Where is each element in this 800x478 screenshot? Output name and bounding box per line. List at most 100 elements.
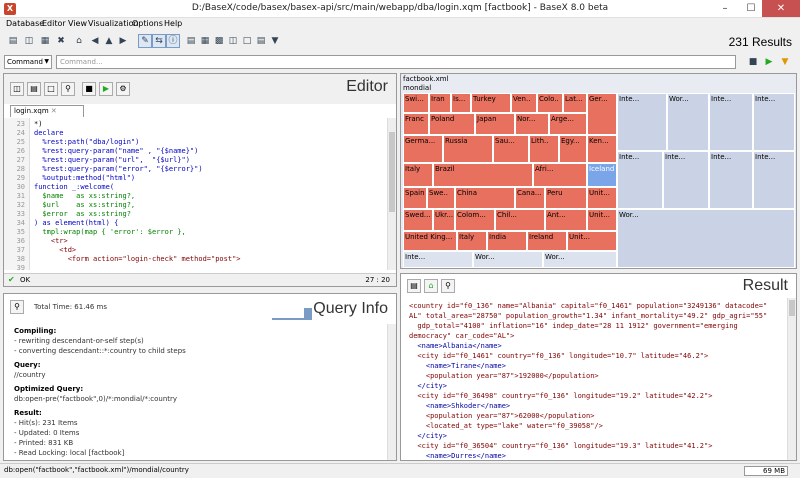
treemap-cell[interactable]: Inte... bbox=[709, 93, 753, 151]
new-file-icon[interactable]: □ bbox=[44, 82, 58, 96]
up-icon[interactable]: ▲ bbox=[102, 34, 116, 48]
treemap-cell[interactable]: Russia bbox=[443, 135, 493, 163]
treemap-cell[interactable]: Swed... bbox=[403, 209, 433, 231]
treemap-cell[interactable]: Inte... bbox=[753, 93, 795, 151]
treemap-cell[interactable]: Chil... bbox=[495, 209, 545, 231]
menu-visualization[interactable]: Visualization bbox=[88, 19, 139, 28]
search-icon[interactable]: ⚲ bbox=[61, 82, 75, 96]
treemap-cell[interactable]: Lith.. bbox=[529, 135, 559, 163]
treemap-cell[interactable]: Wor... bbox=[667, 93, 709, 151]
debug-icon[interactable]: ⚙ bbox=[116, 82, 130, 96]
minimize-icon[interactable]: – bbox=[712, 0, 738, 17]
new-database-icon[interactable]: ▤ bbox=[6, 34, 20, 48]
close-database-icon[interactable]: ✖ bbox=[54, 34, 68, 48]
treemap-cell[interactable]: Iceland bbox=[587, 163, 617, 187]
treemap-cell[interactable]: Wor... bbox=[617, 209, 795, 268]
treemap-cell[interactable]: Poland bbox=[429, 113, 475, 135]
treemap-cell[interactable]: Ven.. bbox=[511, 93, 537, 113]
treemap-cell[interactable]: Wor... bbox=[543, 251, 617, 268]
close-icon[interactable]: ✕ bbox=[762, 0, 800, 17]
treemap-cell[interactable]: Swi... bbox=[403, 93, 429, 113]
treemap-cell[interactable]: Brazil bbox=[433, 163, 533, 187]
treemap-cell[interactable]: Germa... bbox=[403, 135, 443, 163]
result-scrollbar[interactable] bbox=[787, 298, 796, 460]
open-database-icon[interactable]: ◫ bbox=[22, 34, 36, 48]
treemap-cell[interactable]: Arge... bbox=[549, 113, 587, 135]
map-view-icon[interactable]: ▦ bbox=[198, 34, 212, 48]
database-properties-icon[interactable]: ▦ bbox=[38, 34, 52, 48]
stop-query-icon[interactable]: ■ bbox=[82, 82, 96, 96]
treemap-cell[interactable]: Inte... bbox=[709, 151, 753, 209]
treemap-cell[interactable]: Unit... bbox=[567, 231, 617, 251]
table-view-icon[interactable]: ▤ bbox=[254, 34, 268, 48]
treemap-cell[interactable]: Nor... bbox=[515, 113, 549, 135]
menu-database[interactable]: Database bbox=[6, 19, 44, 28]
treemap-cell[interactable]: Afri... bbox=[533, 163, 587, 187]
save-icon[interactable]: ▤ bbox=[27, 82, 41, 96]
scrollbar-thumb[interactable] bbox=[389, 132, 395, 212]
search-icon[interactable]: ⚲ bbox=[10, 300, 24, 314]
close-tab-icon[interactable]: ✕ bbox=[51, 107, 57, 115]
treemap-cell[interactable]: Ger... bbox=[587, 93, 617, 135]
treemap-cell[interactable]: Italy bbox=[403, 163, 433, 187]
treemap[interactable]: Swi... Iran Is... Turkey Ven.. Colo.. Lat... Fr… bbox=[403, 93, 795, 268]
show-editor-icon[interactable]: ✎ bbox=[138, 34, 152, 48]
treemap-cell[interactable]: Swe.. bbox=[427, 187, 455, 209]
tree-view-icon[interactable]: ▩ bbox=[212, 34, 226, 48]
treemap-cell[interactable]: Colo.. bbox=[537, 93, 563, 113]
stop-icon[interactable]: ■ bbox=[746, 55, 760, 69]
save-icon[interactable]: ▤ bbox=[407, 279, 421, 293]
treemap-cell[interactable]: Inte... bbox=[617, 151, 663, 209]
scrollbar-thumb[interactable] bbox=[789, 300, 795, 316]
treemap-cell[interactable]: Italy bbox=[457, 231, 487, 251]
show-info-icon[interactable]: ⓘ bbox=[166, 34, 180, 48]
home-icon[interactable]: ⌂ bbox=[424, 279, 438, 293]
search-icon[interactable]: ⚲ bbox=[441, 279, 455, 293]
treemap-cell[interactable]: Inte... bbox=[617, 93, 667, 151]
menu-view[interactable]: View bbox=[68, 19, 87, 28]
treemap-cell[interactable]: Unit... bbox=[587, 209, 617, 231]
treemap-cell[interactable]: Lat... bbox=[563, 93, 587, 113]
treemap-cell[interactable]: Turkey bbox=[471, 93, 511, 113]
view-dropdown-icon[interactable]: ▼ bbox=[268, 34, 282, 48]
treemap-cell[interactable]: Cana... bbox=[515, 187, 545, 209]
treemap-cell[interactable]: Japan bbox=[475, 113, 515, 135]
editor-scrollbar[interactable] bbox=[387, 118, 396, 270]
forward-icon[interactable]: ▶ bbox=[116, 34, 130, 48]
treemap-cell[interactable]: Inte... bbox=[663, 151, 709, 209]
menu-options[interactable]: Options bbox=[132, 19, 163, 28]
treemap-cell[interactable]: United King... bbox=[403, 231, 457, 251]
treemap-cell[interactable]: Ireland bbox=[527, 231, 567, 251]
treemap-cell[interactable]: Ant... bbox=[545, 209, 587, 231]
home-icon[interactable]: ⌂ bbox=[72, 34, 86, 48]
treemap-cell[interactable]: Spain bbox=[403, 187, 427, 209]
folder-view-icon[interactable]: ◫ bbox=[226, 34, 240, 48]
tab-login-xqm[interactable]: login.xqm ✕ bbox=[10, 105, 84, 117]
execute-icon[interactable]: ▶ bbox=[99, 82, 113, 96]
treemap-cell[interactable]: Ukr... bbox=[433, 209, 455, 231]
command-input[interactable]: Command... bbox=[56, 55, 736, 69]
treemap-cell[interactable]: Wor... bbox=[473, 251, 543, 268]
treemap-cell[interactable]: Franc bbox=[403, 113, 429, 135]
treemap-cell[interactable]: India bbox=[487, 231, 527, 251]
command-mode-select[interactable]: Command ▼ bbox=[4, 55, 52, 69]
show-xquery-icon[interactable]: ⇆ bbox=[152, 34, 166, 48]
open-file-icon[interactable]: ◫ bbox=[10, 82, 24, 96]
menu-help[interactable]: Help bbox=[164, 19, 182, 28]
run-icon[interactable]: ▶ bbox=[762, 55, 776, 69]
treemap-cell[interactable]: China bbox=[455, 187, 515, 209]
treemap-cell[interactable]: Sau... bbox=[493, 135, 529, 163]
maximize-icon[interactable]: ☐ bbox=[738, 0, 764, 17]
menu-editor[interactable]: Editor bbox=[42, 19, 66, 28]
map-view-panel[interactable]: factbook.xml mondial Swi... Iran Is... Turk… bbox=[400, 73, 797, 269]
treemap-cell[interactable]: Inte... bbox=[403, 251, 473, 268]
treemap-cell[interactable]: Colom... bbox=[455, 209, 495, 231]
treemap-cell[interactable]: Peru bbox=[545, 187, 587, 209]
treemap-cell[interactable]: Is... bbox=[451, 93, 471, 113]
filter-icon[interactable]: ▼ bbox=[778, 55, 792, 69]
query-info-scrollbar[interactable] bbox=[387, 324, 396, 460]
text-view-icon[interactable]: ▤ bbox=[184, 34, 198, 48]
treemap-cell[interactable]: Unit... bbox=[587, 187, 617, 209]
treemap-cell[interactable]: Egy... bbox=[559, 135, 587, 163]
treemap-cell[interactable]: Ken... bbox=[587, 135, 617, 163]
